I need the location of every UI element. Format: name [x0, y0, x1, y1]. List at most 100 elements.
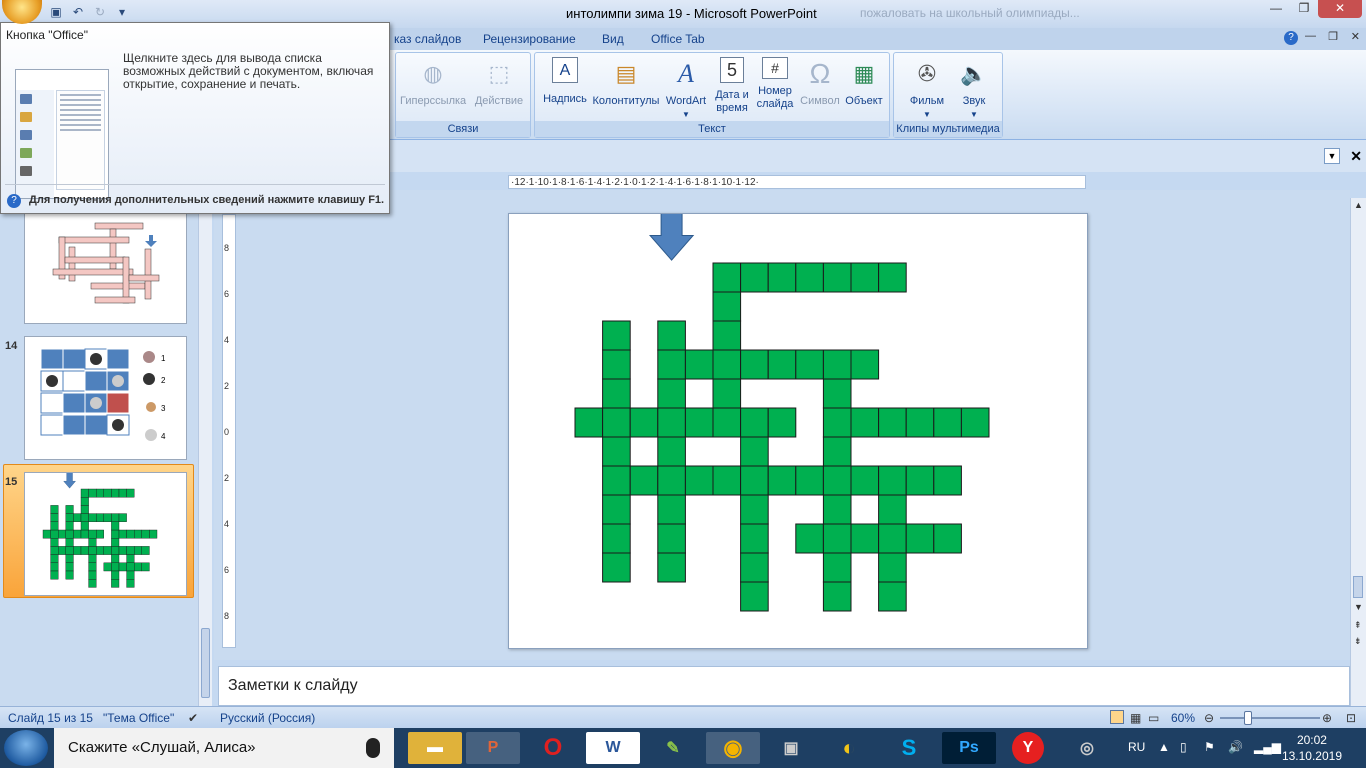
crossword-cell: [629, 407, 659, 438]
crossword-cell: [905, 523, 935, 554]
crossword-cell: [80, 521, 89, 531]
crossword-cell: [111, 521, 120, 531]
hyperlink-button[interactable]: ◍ Гиперссылка: [400, 57, 466, 108]
zoom-slider-handle[interactable]: [1244, 711, 1252, 725]
word-icon[interactable]: W: [586, 732, 640, 764]
volume-icon[interactable]: 🔊: [1228, 740, 1243, 754]
crossword-cell: [712, 262, 742, 293]
yandex-browser-icon[interactable]: Y: [1012, 732, 1044, 764]
vertical-ruler-number: 4: [224, 335, 230, 345]
start-button[interactable]: [4, 730, 48, 766]
slide-sorter-icon[interactable]: ▦: [1130, 711, 1141, 725]
tab-slideshow[interactable]: каз слайдов: [394, 32, 461, 46]
normal-view-icon[interactable]: [1110, 710, 1124, 724]
datetime-button[interactable]: 5 Дата и время: [711, 57, 753, 115]
crossword-cell: [118, 529, 127, 539]
close-pane-icon[interactable]: ✕: [1350, 148, 1362, 165]
current-slide[interactable]: [508, 213, 1088, 649]
drawing-app-icon[interactable]: ✎: [646, 732, 700, 764]
language-indicator[interactable]: Русский (Россия): [220, 711, 315, 725]
crossword-cell: [80, 513, 89, 522]
alice-search-bar[interactable]: Скажите «Слушай, Алиса»: [54, 728, 394, 768]
close-button[interactable]: ✕: [1318, 0, 1362, 18]
wordart-button[interactable]: A WordArt ▼: [661, 57, 711, 121]
crossword-cell: [50, 505, 59, 514]
crossword-cell: [657, 320, 686, 351]
tab-view[interactable]: Вид: [602, 32, 624, 46]
slide-scrollbar[interactable]: ▲ ▼ ⇞ ⇟: [1350, 198, 1366, 708]
crossword-cell: [960, 407, 990, 438]
slide-thumbnail-14[interactable]: 1 2 3 4: [24, 336, 187, 460]
header-footer-button[interactable]: ▤ Колонтитулы: [591, 57, 661, 108]
ribbon-restore-icon[interactable]: ❐: [1328, 30, 1338, 43]
zoom-level[interactable]: 60%: [1171, 711, 1195, 725]
crossword-cell: [65, 513, 74, 522]
scroll-down-icon[interactable]: ▼: [1354, 602, 1363, 612]
undo-icon[interactable]: ↶: [70, 4, 86, 20]
chrome-icon[interactable]: ◉: [706, 732, 760, 764]
zoom-slider[interactable]: [1220, 717, 1320, 719]
movie-button[interactable]: ✇ Фильм ▼: [900, 57, 954, 121]
spellcheck-icon[interactable]: ✔: [188, 711, 198, 725]
preview-line: [60, 114, 101, 116]
slideshow-view-icon[interactable]: ▭: [1148, 711, 1159, 725]
crossword-cell: [850, 465, 880, 496]
maximize-button[interactable]: ❐: [1290, 0, 1318, 18]
crossword-cell: [657, 465, 686, 496]
help-icon[interactable]: ?: [1284, 31, 1298, 45]
textbox-button[interactable]: A Надпись: [539, 57, 591, 106]
ribbon-close-icon[interactable]: ✕: [1351, 30, 1360, 43]
ribbon-minimize-icon[interactable]: —: [1305, 30, 1316, 42]
next-slide-icon[interactable]: ⇟: [1354, 636, 1362, 647]
crossword-cell: [111, 578, 120, 588]
crossword-cell: [73, 546, 82, 555]
object-button[interactable]: ▦ Объект: [841, 57, 887, 108]
file-explorer-icon[interactable]: ▬: [408, 732, 462, 764]
language-tray[interactable]: RU: [1128, 740, 1145, 754]
minimize-button[interactable]: —: [1262, 0, 1290, 18]
slide-number-button[interactable]: # Номер слайда: [753, 57, 797, 111]
zoom-in-icon[interactable]: ⊕: [1322, 711, 1332, 725]
microphone-icon[interactable]: [366, 738, 380, 758]
sound-button[interactable]: 🔈 Звук ▼: [952, 57, 996, 121]
pane-dropdown-button[interactable]: ▼: [1324, 148, 1340, 164]
crossword-cell: [118, 562, 127, 572]
flag-icon[interactable]: ⚑: [1204, 740, 1215, 754]
network-icon[interactable]: ▂▄▆: [1254, 740, 1281, 754]
slide-thumbnail-13[interactable]: [24, 212, 187, 324]
tooltip-footer: Для получения дополнительных сведений на…: [29, 194, 385, 206]
fit-to-window-icon[interactable]: ⊡: [1346, 711, 1356, 725]
crossword-cell: [80, 546, 89, 555]
disc-app-icon[interactable]: ◎: [1060, 732, 1114, 764]
clock[interactable]: 20:02 13.10.2019: [1282, 732, 1342, 764]
symbol-button[interactable]: Ω Символ: [797, 57, 843, 108]
save-icon[interactable]: ▣: [48, 4, 64, 20]
powerpoint-taskbar-icon[interactable]: P: [466, 732, 520, 764]
device-icon[interactable]: ▯: [1180, 740, 1187, 754]
crossword-cell: [118, 546, 127, 555]
zoom-out-icon[interactable]: ⊖: [1204, 711, 1214, 725]
tray-expand-icon[interactable]: ▲: [1158, 740, 1170, 754]
slides-panel-scrollbar[interactable]: [198, 172, 212, 706]
media-app-icon[interactable]: ▣: [764, 732, 818, 764]
redo-icon[interactable]: ↻: [92, 4, 108, 20]
slide-scroll-thumb[interactable]: [1353, 576, 1363, 598]
slide-thumbnail-15[interactable]: [24, 472, 187, 596]
preview-icon: [20, 94, 32, 104]
action-button[interactable]: ⬚ Действие: [470, 57, 528, 108]
color-app-icon[interactable]: ◐: [822, 732, 876, 764]
previous-slide-icon[interactable]: ⇞: [1354, 620, 1362, 631]
tab-review[interactable]: Рецензирование: [483, 32, 576, 46]
theme-name[interactable]: "Тема Office": [103, 711, 174, 725]
opera-icon[interactable]: O: [526, 732, 580, 764]
scroll-up-icon[interactable]: ▲: [1354, 200, 1363, 210]
notes-pane[interactable]: Заметки к слайду: [218, 666, 1350, 706]
tab-office-tab[interactable]: Office Tab: [651, 32, 705, 46]
customize-qat-icon[interactable]: ▾: [114, 4, 130, 20]
photoshop-icon[interactable]: Ps: [942, 732, 996, 764]
slides-panel-scroll-thumb[interactable]: [201, 628, 210, 698]
crossword-cell: [657, 552, 686, 583]
crossword-cell: [850, 407, 880, 438]
skype-icon[interactable]: S: [882, 732, 936, 764]
crossword-cell: [933, 465, 962, 496]
